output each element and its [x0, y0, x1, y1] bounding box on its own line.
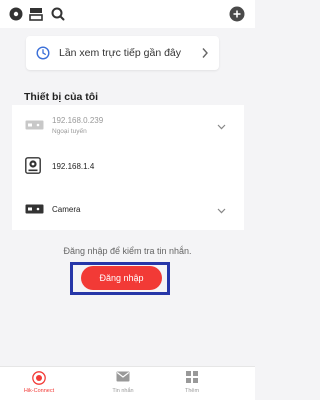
nav-item-more[interactable]: Thêm	[162, 371, 222, 394]
add-icon[interactable]	[229, 6, 245, 22]
record-icon[interactable]	[8, 6, 24, 22]
login-button[interactable]: Đăng nhập	[81, 266, 162, 290]
device-status: Ngoại tuyến	[52, 128, 87, 135]
device-name: 192.168.0.239	[52, 116, 104, 125]
nav-label: Thêm	[184, 388, 200, 394]
nvr-icon	[25, 204, 44, 214]
search-icon[interactable]	[50, 6, 66, 22]
layout-icon[interactable]	[28, 6, 44, 22]
recent-live-view-label: Lần xem trực tiếp gần đây	[59, 47, 182, 59]
nav-label: Hik-Connect	[23, 388, 55, 394]
bottom-nav: Hik-Connect Tin nhắn Thêm	[0, 366, 255, 400]
device-row-camera[interactable]: Camera	[12, 192, 244, 230]
nvr-icon	[25, 120, 44, 130]
device-list: 192.168.0.239 Ngoại tuyến 192.168.1.4 Ca…	[12, 105, 244, 230]
device-name: 192.168.1.4	[52, 162, 95, 171]
top-bar	[0, 0, 255, 28]
device-row-192-168-0-239[interactable]: 192.168.0.239 Ngoại tuyến	[12, 109, 244, 147]
device-name: Camera	[52, 205, 81, 214]
recent-live-view-card[interactable]: Lần xem trực tiếp gần đây	[26, 36, 219, 70]
chevron-down-icon[interactable]	[217, 208, 226, 214]
chevron-down-icon[interactable]	[217, 124, 226, 130]
nav-item-messages[interactable]: Tin nhắn	[93, 371, 153, 394]
device-row-192-168-1-4[interactable]: 192.168.1.4	[12, 148, 244, 186]
message-icon	[116, 371, 130, 382]
chevron-right-icon	[202, 48, 208, 58]
camera-icon	[25, 157, 41, 174]
clock-icon	[36, 46, 50, 60]
hik-connect-icon	[32, 371, 46, 385]
nav-item-hik-connect[interactable]: Hik-Connect	[9, 371, 69, 394]
nav-label: Tin nhắn	[112, 388, 134, 394]
more-icon	[186, 371, 198, 383]
my-devices-title: Thiết bị của tôi	[24, 91, 99, 103]
login-prompt-text: Đăng nhập để kiểm tra tin nhắn.	[63, 246, 192, 256]
